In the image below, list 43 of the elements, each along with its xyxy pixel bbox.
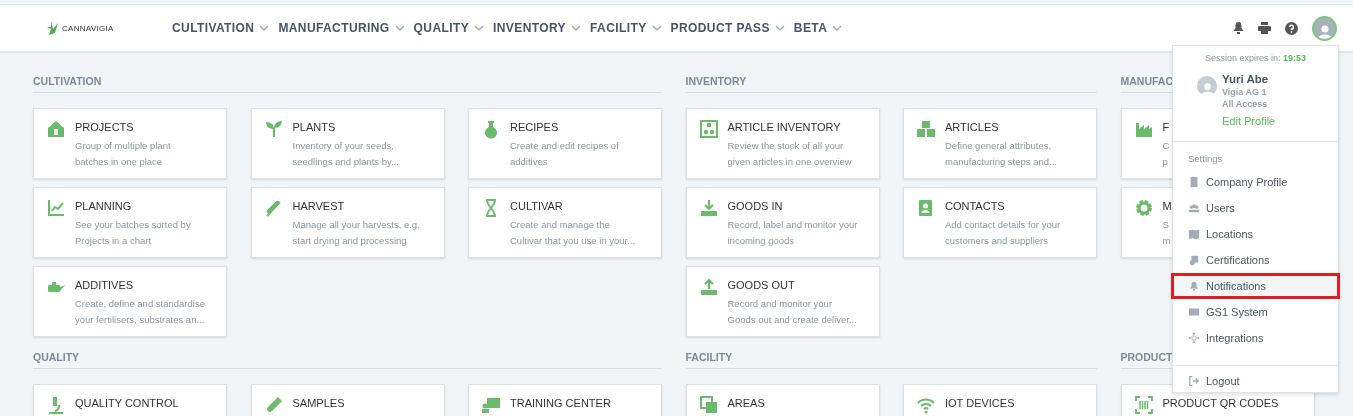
access-role: All Access [1222, 99, 1269, 109]
card-title: ARTICLES [945, 121, 1000, 133]
card-description: Create, define and standardise your fertilisers, substrates an... [75, 297, 205, 327]
user-name: Yuri Abe [1222, 73, 1270, 85]
card-title: QUALITY CONTROL [75, 397, 179, 409]
card-title: CULTIVAR [510, 200, 564, 212]
card-description: Review the stock of all your given articles in one overview [727, 139, 852, 169]
card-title: TRAINING CENTER [510, 397, 611, 409]
settings-heading: Settings [1187, 152, 1224, 166]
card-title: PLANNING [75, 200, 133, 212]
card-title: PLANTS [292, 121, 337, 133]
card-description: Manage all your harvests, e.g. start drying and processing [292, 218, 420, 248]
session-timer: Session expires in: 19:53 [1203, 53, 1308, 63]
card-title: ARTICLE INVENTORY [727, 121, 842, 133]
section-heading: QUALITY [33, 351, 662, 369]
card-title: GOODS OUT [727, 279, 796, 291]
card-title: RECIPES [510, 121, 560, 133]
card-title: PRODUCT QR CODES [1162, 397, 1279, 409]
card-title: CONTACTS [945, 200, 1006, 212]
card-title: AREAS [727, 397, 765, 409]
card-description: Add contact details for your customers and suppliers [945, 218, 1061, 248]
section-heading: FACILITY [685, 351, 1097, 369]
card-title: SAMPLES [292, 397, 345, 409]
card-description: C p [1162, 139, 1170, 169]
section-heading: INVENTORY [685, 75, 1097, 93]
card-description: Record and monitor your Goods out and create deliver... [727, 297, 857, 327]
card-title: F [1162, 121, 1170, 133]
card-title: PROJECTS [75, 121, 135, 133]
card-title: HARVEST [292, 200, 346, 212]
card-description: Create and manage the Cultivar that you use in your... [510, 218, 636, 248]
card-description: See your batches sorted by Projects in a chart [75, 218, 191, 248]
card-description: Define general attributes, manufacturing steps and... [945, 139, 1057, 169]
card-description: Create and edit recipes of additives [510, 139, 619, 169]
card-description: S m [1162, 218, 1172, 248]
card-title: GOODS IN [727, 200, 784, 212]
card-description: Record, label and monitor your incoming goods [727, 218, 858, 248]
logo-text: CANNAVIGIA [62, 23, 114, 33]
card-title: IOT DEVICES [945, 397, 1015, 409]
card-description: Group of multiple plant batches in one place [75, 139, 171, 169]
section-heading: CULTIVATION [33, 75, 662, 93]
card-description: Inventory of your seeds, seedlings and plants by... [292, 139, 399, 169]
card-title: ADDITIVES [75, 279, 135, 291]
card-title: M [1162, 200, 1172, 212]
